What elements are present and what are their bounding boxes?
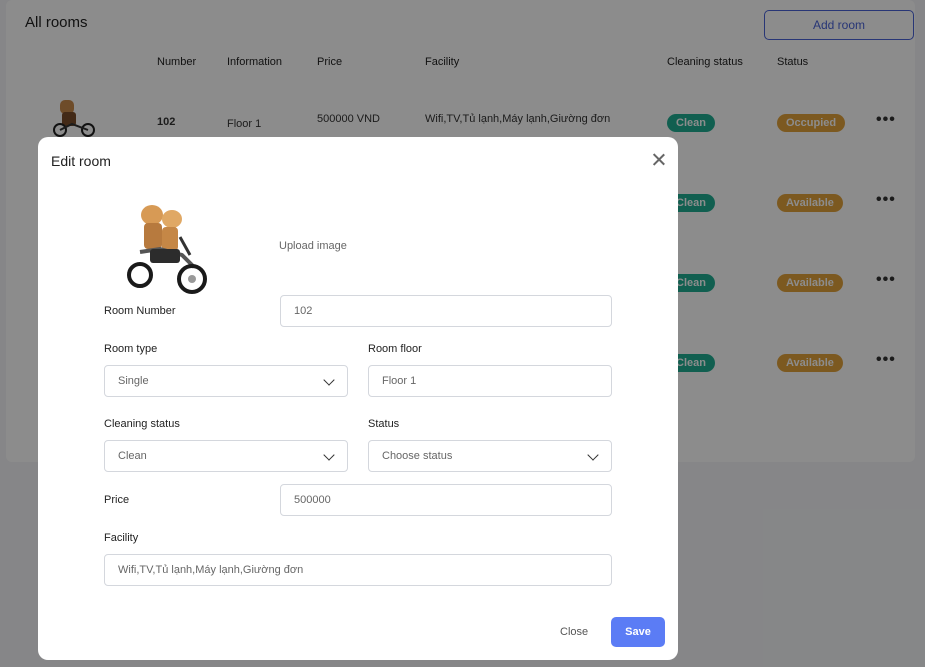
modal-title: Edit room bbox=[51, 153, 111, 169]
price-value: 500000 bbox=[294, 494, 331, 506]
status-label: Status bbox=[368, 418, 400, 430]
room-image bbox=[127, 205, 207, 294]
room-number-value: 102 bbox=[294, 305, 313, 317]
room-type-value: Single bbox=[118, 375, 149, 387]
facility-field[interactable]: Wifi,TV,Tủ lạnh,Máy lạnh,Giường đơn bbox=[104, 554, 612, 586]
room-floor-value: Floor 1 bbox=[382, 375, 417, 387]
room-number-label: Room Number bbox=[104, 305, 176, 317]
cleaning-status-label: Cleaning status bbox=[104, 418, 180, 430]
status-placeholder: Choose status bbox=[382, 450, 453, 462]
facility-label: Facility bbox=[104, 532, 139, 544]
chevron-down-icon bbox=[323, 449, 335, 461]
room-floor-field[interactable]: Floor 1 bbox=[368, 365, 612, 397]
price-label: Price bbox=[104, 494, 130, 506]
room-type-label: Room type bbox=[104, 343, 158, 355]
edit-room-modal: Edit room Upload image Room Number 102 R… bbox=[38, 137, 678, 660]
status-select[interactable]: Choose status bbox=[368, 440, 612, 472]
chevron-down-icon bbox=[587, 449, 599, 461]
upload-image-link[interactable]: Upload image bbox=[279, 240, 347, 252]
room-number-field[interactable]: 102 bbox=[280, 295, 612, 327]
save-button[interactable]: Save bbox=[611, 617, 665, 647]
cleaning-status-value: Clean bbox=[118, 450, 147, 462]
close-button[interactable]: Close bbox=[560, 626, 588, 638]
cleaning-status-select[interactable]: Clean bbox=[104, 440, 348, 472]
chevron-down-icon bbox=[323, 374, 335, 386]
close-icon[interactable] bbox=[650, 151, 668, 169]
price-field[interactable]: 500000 bbox=[280, 484, 612, 516]
room-floor-label: Room floor bbox=[368, 343, 422, 355]
facility-value: Wifi,TV,Tủ lạnh,Máy lạnh,Giường đơn bbox=[118, 564, 304, 576]
room-type-select[interactable]: Single bbox=[104, 365, 348, 397]
